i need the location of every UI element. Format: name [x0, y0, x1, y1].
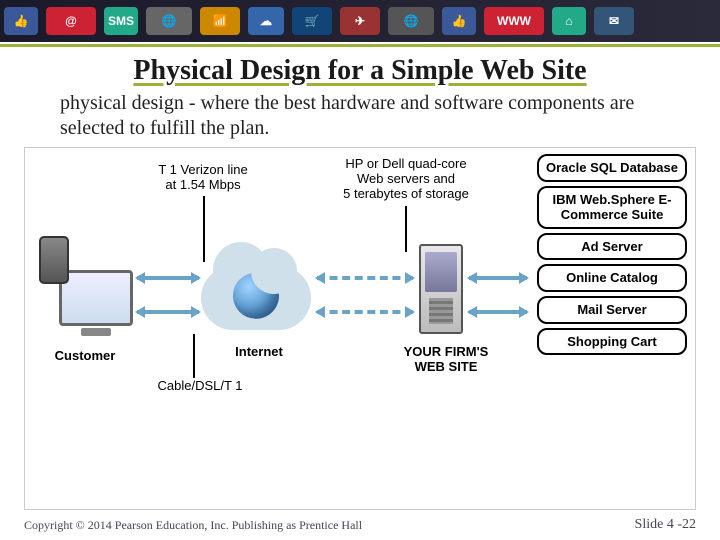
stack-box-adserver: Ad Server — [537, 233, 687, 261]
cloud-icon: ☁ — [248, 7, 284, 35]
globe2-icon: 🌐 — [388, 7, 434, 35]
decorative-banner: 👍 @ SMS 🌐 📶 ☁ 🛒 ✈ 🌐 👍 WWW ⌂ ✉ — [0, 0, 720, 42]
divider — [0, 44, 720, 47]
plane-icon: ✈ — [340, 7, 380, 35]
t1-connection-label: T 1 Verizon line at 1.54 Mbps — [133, 162, 273, 192]
thumb-up2-icon: 👍 — [442, 7, 476, 35]
server-tower-icon — [419, 244, 463, 334]
arrow-customer-internet-top — [137, 276, 199, 280]
internet-cloud-icon — [201, 266, 311, 330]
arrow-server-stack-bottom — [469, 310, 527, 314]
slide-subtitle: physical design - where the best hardwar… — [60, 91, 660, 141]
customer-monitor-icon — [59, 270, 133, 326]
architecture-diagram: Customer Internet YOUR FIRM'S WEB SITE T… — [24, 147, 696, 510]
globe-in-cloud-icon — [233, 273, 279, 319]
slide-number: Slide 4 -22 — [635, 517, 696, 533]
smartphone-icon — [39, 236, 69, 284]
stack-box-mail: Mail Server — [537, 296, 687, 324]
stack-box-oracle: Oracle SQL Database — [537, 154, 687, 182]
mail-icon: ✉ — [594, 7, 634, 35]
stack-box-catalog: Online Catalog — [537, 264, 687, 292]
globe-icon: 🌐 — [146, 7, 192, 35]
customer-label: Customer — [35, 348, 135, 363]
stack-box-websphere: IBM Web.Sphere E-Commerce Suite — [537, 186, 687, 229]
software-stack: Oracle SQL Database IBM Web.Sphere E-Com… — [537, 154, 687, 355]
cable-connection-label: Cable/DSL/T 1 — [135, 378, 265, 393]
servers-connection-label: HP or Dell quad-core Web servers and 5 t… — [311, 156, 501, 201]
stack-box-cart: Shopping Cart — [537, 328, 687, 356]
arrow-server-stack-top — [469, 276, 527, 280]
callout-line-cable — [193, 334, 195, 378]
www-icon: WWW — [484, 7, 544, 35]
internet-label: Internet — [211, 344, 307, 359]
home-icon: ⌂ — [552, 7, 586, 35]
slide-title: Physical Design for a Simple Web Site — [0, 55, 720, 87]
cart-icon: 🛒 — [292, 7, 332, 35]
at-sign-icon: @ — [46, 7, 96, 35]
arrow-customer-internet-bottom — [137, 310, 199, 314]
slide: 👍 @ SMS 🌐 📶 ☁ 🛒 ✈ 🌐 👍 WWW ⌂ ✉ Physical D… — [0, 0, 720, 540]
callout-line-servers — [405, 206, 407, 252]
callout-line-t1 — [203, 196, 205, 262]
copyright-text: Copyright © 2014 Pearson Education, Inc.… — [24, 518, 362, 533]
rss-icon: 📶 — [200, 7, 240, 35]
arrow-internet-server-top — [317, 276, 413, 280]
arrow-internet-server-bottom — [317, 310, 413, 314]
firm-site-label: YOUR FIRM'S WEB SITE — [379, 344, 513, 374]
thumb-up-icon: 👍 — [4, 7, 38, 35]
sms-icon: SMS — [104, 7, 138, 35]
footer: Copyright © 2014 Pearson Education, Inc.… — [0, 510, 720, 540]
